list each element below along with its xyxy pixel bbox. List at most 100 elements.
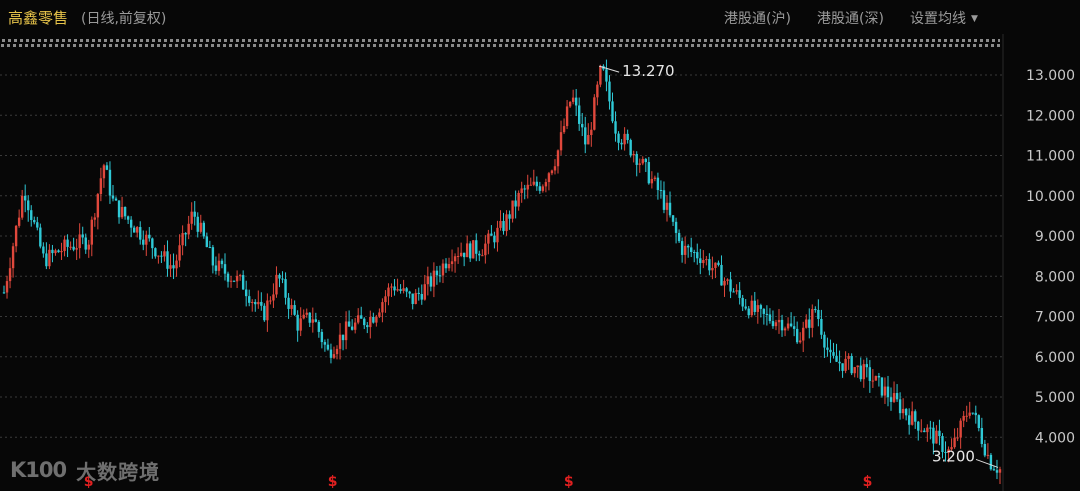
candle-body xyxy=(344,321,348,341)
candle-body xyxy=(520,188,523,193)
candle-body xyxy=(139,227,142,240)
candle-body xyxy=(926,427,929,433)
candle-body xyxy=(45,253,48,267)
candle-body xyxy=(792,326,796,329)
candle-body xyxy=(862,364,865,380)
candle-body xyxy=(396,289,399,291)
candle-body xyxy=(626,133,629,141)
candle-body xyxy=(647,162,651,184)
hk-connect-shenzhen-button[interactable]: 港股通(深) xyxy=(817,8,884,28)
candle-body xyxy=(60,251,63,253)
y-tick-label: 13.000 xyxy=(1026,68,1075,84)
candle-body xyxy=(66,239,69,247)
candle-body xyxy=(726,279,729,281)
candle-body xyxy=(544,182,548,187)
candle-body xyxy=(877,375,881,378)
candle-body xyxy=(802,327,805,341)
candle-body xyxy=(241,275,245,290)
candle-body xyxy=(977,415,981,429)
candle-body xyxy=(826,347,829,350)
candle-body xyxy=(326,344,330,350)
candle-body xyxy=(774,322,778,327)
candle-body xyxy=(547,173,551,183)
candle-body xyxy=(251,301,254,303)
candle-body xyxy=(768,314,772,322)
candle-body xyxy=(550,170,554,174)
candle-body xyxy=(880,377,884,396)
candlestick-chart[interactable]: 4.000 5.000 6.000 7.000 8.000 9.000 10.000 11.0… xyxy=(0,34,1080,491)
candle-body xyxy=(659,189,663,191)
candle-body xyxy=(696,252,699,259)
candle-body xyxy=(17,217,21,226)
candle-body xyxy=(472,240,475,259)
candle-body xyxy=(211,247,215,266)
candle-body xyxy=(366,325,369,328)
candle-body xyxy=(523,188,526,190)
candle-body xyxy=(517,192,520,207)
candle-body xyxy=(490,233,493,236)
candle-body xyxy=(323,342,327,345)
candle-body xyxy=(508,214,511,219)
candle-body xyxy=(565,106,569,127)
candle-body xyxy=(526,184,529,190)
candle-body xyxy=(553,166,557,171)
candle-body xyxy=(238,275,242,277)
candle-body xyxy=(232,280,236,282)
candle-body xyxy=(644,158,647,163)
candle-body xyxy=(856,365,859,368)
moving-average-settings-button[interactable]: 设置均线 ▼ xyxy=(910,8,978,28)
candle-body xyxy=(923,430,926,433)
candle-body xyxy=(151,238,154,249)
candle-body xyxy=(384,296,387,303)
candle-body xyxy=(266,300,269,321)
candle-body xyxy=(656,177,660,190)
candle-body xyxy=(193,211,196,217)
candle-body xyxy=(117,200,121,218)
candle-body xyxy=(338,334,342,349)
candle-body xyxy=(623,133,626,145)
candle-body xyxy=(714,262,717,268)
candle-body xyxy=(393,286,396,291)
candle-body xyxy=(284,279,287,298)
hk-connect-shanghai-button[interactable]: 港股通(沪) xyxy=(724,8,791,28)
candle-body xyxy=(154,248,157,257)
candle-body xyxy=(574,97,578,106)
candle-body xyxy=(932,427,935,444)
candle-body xyxy=(677,232,681,242)
candle-body xyxy=(499,221,502,228)
candle-body xyxy=(372,316,375,323)
candle-body xyxy=(199,222,202,232)
candle-body xyxy=(705,259,708,261)
candle-body xyxy=(51,249,54,254)
candle-body xyxy=(717,262,720,265)
candle-body xyxy=(96,194,100,218)
candle-body xyxy=(738,290,741,298)
candle-body xyxy=(487,233,490,244)
candle-body xyxy=(744,306,747,309)
max-annotation-arrow xyxy=(598,65,620,73)
candle-body xyxy=(953,437,956,448)
candle-body xyxy=(829,349,832,353)
watermark-logo: K100 xyxy=(10,458,67,482)
candle-body xyxy=(889,397,893,402)
candle-body xyxy=(190,211,193,224)
candle-body xyxy=(620,142,623,145)
candle-body xyxy=(541,186,545,191)
candle-body xyxy=(453,256,457,262)
candle-body xyxy=(702,260,705,264)
candle-body xyxy=(108,169,112,196)
max-value-label: 13.270 xyxy=(622,62,675,80)
ma-settings-label: 设置均线 xyxy=(910,11,966,27)
candle-body xyxy=(568,101,572,107)
candle-body xyxy=(166,251,169,269)
candle-body xyxy=(136,227,139,233)
candle-body xyxy=(617,133,620,143)
watermark: K100 大数跨境 xyxy=(10,456,160,484)
candle-body xyxy=(317,321,321,332)
indicator-band xyxy=(0,38,1000,47)
candle-body xyxy=(347,321,351,327)
candle-body xyxy=(798,340,802,343)
candle-body xyxy=(895,393,899,400)
candle-body xyxy=(605,69,608,82)
candle-body xyxy=(584,127,587,145)
